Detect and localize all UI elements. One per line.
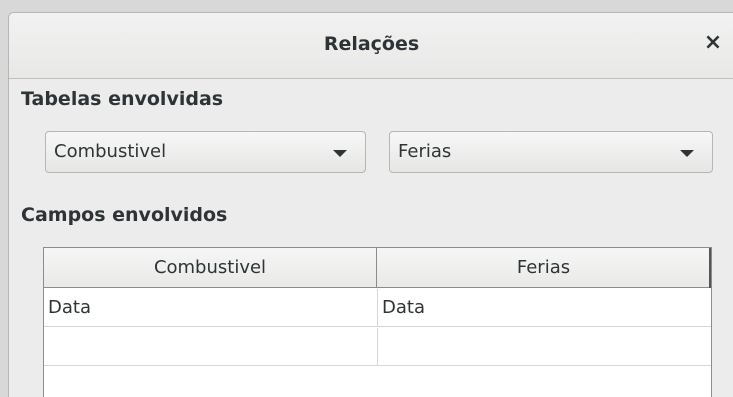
right-table-combobox[interactable]: Ferias: [389, 131, 713, 173]
dropdown-arrow-icon: [680, 150, 694, 157]
grid-header: Combustivel Ferias: [44, 248, 711, 288]
field-cell-right[interactable]: Data: [378, 289, 711, 327]
field-cell-left[interactable]: [44, 328, 378, 366]
table-row: Data Data: [44, 289, 711, 327]
field-cell-left[interactable]: Data: [44, 289, 378, 327]
involved-fields-label: Campos envolvidos: [21, 204, 228, 226]
left-table-value: Combustivel: [54, 141, 167, 162]
right-table-value: Ferias: [398, 141, 452, 162]
fields-grid: Combustivel Ferias Data Data: [43, 247, 712, 397]
close-icon[interactable]: ×: [701, 31, 725, 55]
table-row: [44, 328, 711, 366]
involved-tables-label: Tabelas envolvidas: [21, 88, 224, 110]
dropdown-arrow-icon: [333, 150, 347, 157]
left-table-combobox[interactable]: Combustivel: [45, 131, 366, 173]
field-cell-right[interactable]: [378, 328, 711, 366]
title-bar: Relações ×: [9, 13, 733, 79]
dialog-title: Relações: [323, 33, 420, 55]
column-header-right: Ferias: [378, 248, 711, 288]
column-header-left: Combustivel: [44, 248, 377, 288]
